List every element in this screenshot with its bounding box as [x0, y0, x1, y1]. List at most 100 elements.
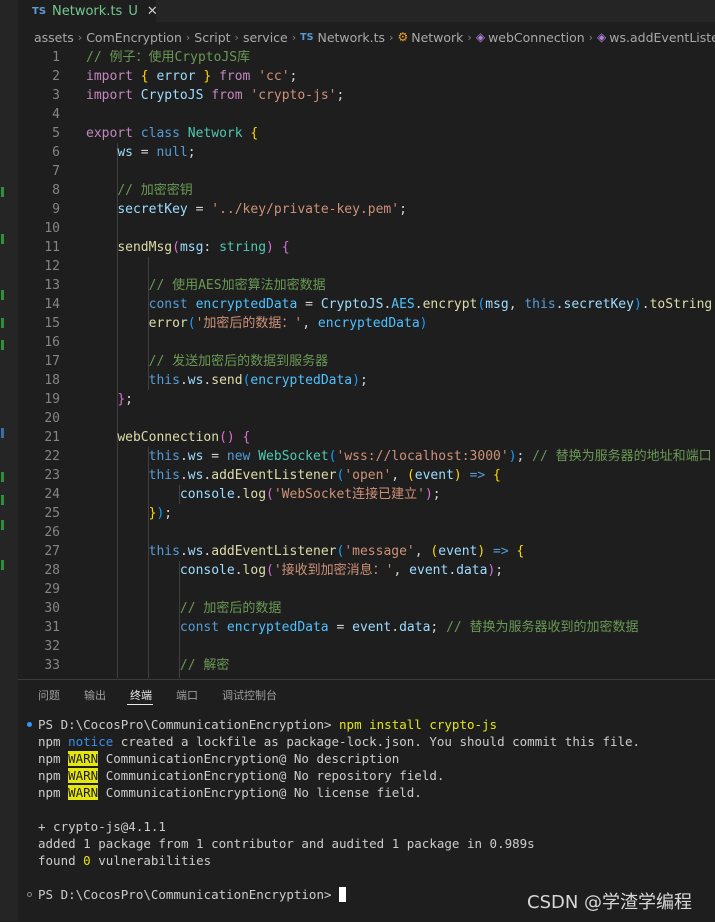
line-number: 7 [52, 164, 60, 179]
terminal-line: npm notice created a lockfile as package… [38, 734, 641, 749]
code-token: , [393, 563, 410, 578]
class-symbol-icon: ⚙ [397, 30, 409, 44]
code-line[interactable]: 32 [18, 637, 715, 656]
code-token: { [281, 240, 290, 255]
code-token: from [219, 69, 251, 84]
code-token: AES [391, 297, 415, 312]
code-token: ( [172, 240, 180, 255]
code-line[interactable]: 12 [18, 257, 715, 276]
tab-terminal[interactable]: 终端 [130, 687, 152, 703]
code-line[interactable]: 29 [18, 580, 715, 599]
tab-debug-console[interactable]: 调试控制台 [222, 687, 277, 703]
code-token: } [117, 392, 126, 407]
tab-output[interactable]: 输出 [84, 687, 106, 703]
tab-ports[interactable]: 端口 [176, 687, 198, 703]
gutter-change-marker [1, 560, 4, 570]
code-line[interactable]: 24 console.log('WebSocket连接已建立'); [18, 485, 715, 504]
code-token: ; [432, 487, 441, 502]
code-line[interactable]: 6 ws = null; [18, 143, 715, 162]
code-line[interactable]: 3 import CryptoJS from 'crypto-js'; [18, 86, 715, 105]
code-token: ( [328, 449, 337, 464]
code-line[interactable]: 14 const encryptedData = CryptoJS.AES.en… [18, 295, 715, 314]
line-number: 8 [52, 183, 60, 198]
code-token: , [302, 316, 318, 331]
code-token: . [555, 297, 564, 312]
code-line[interactable]: 30 // 加密后的数据 [18, 599, 715, 618]
code-token: console [179, 563, 235, 578]
code-line[interactable]: 16 [18, 333, 715, 352]
code-line[interactable]: 22 this.ws = new WebSocket('wss://localh… [18, 447, 715, 466]
terminal-line: found 0 vulnerabilities [38, 853, 212, 868]
code-text: // 加密后的数据 [86, 599, 281, 618]
close-icon[interactable]: ✕ [147, 4, 158, 19]
code-token: ( [406, 468, 415, 483]
terminal-prompt: PS D:\CocosPro\CommunicationEncryption> [38, 886, 347, 903]
code-token: null [156, 145, 188, 160]
code-token: // 发送加密后的数据到服务器 [148, 354, 329, 369]
breadcrumb-method[interactable]: ◈ ws.addEventListe [597, 30, 715, 45]
code-line[interactable]: 9 secretKey = '../key/private-key.pem'; [18, 200, 715, 219]
code-token: { [140, 69, 149, 84]
breadcrumb-class[interactable]: ⚙ Network › [397, 30, 475, 45]
code-line[interactable]: 19 }; [18, 390, 715, 409]
gutter-change-marker [1, 472, 4, 482]
code-line[interactable]: 15 error('加密后的数据：', encryptedData) [18, 314, 715, 333]
command-success-icon [27, 722, 32, 727]
code-line[interactable]: 1 // 例子：使用CryptoJS库 [18, 48, 715, 67]
code-text: this.ws.addEventListener('message', (eve… [86, 542, 525, 561]
code-token: // 解密 [179, 658, 230, 673]
code-text: sendMsg(msg: string) { [86, 238, 290, 257]
code-line[interactable]: 31 const encryptedData = event.data; // … [18, 618, 715, 637]
tab-network-ts[interactable]: TS Network.ts U ✕ [18, 0, 158, 22]
code-line[interactable]: 27 this.ws.addEventListener('message', (… [18, 542, 715, 561]
breadcrumb-item[interactable]: Script › [194, 30, 243, 45]
code-line[interactable]: 26 [18, 523, 715, 542]
code-text: // 使用AES加密算法加密数据 [86, 276, 326, 295]
code-line[interactable]: 10 [18, 219, 715, 238]
code-line[interactable]: 2 import { error } from 'cc'; [18, 67, 715, 86]
gutter-change-marker [1, 187, 4, 197]
code-token: error [156, 69, 196, 84]
code-token: . [234, 487, 243, 502]
code-line[interactable]: 28 console.log('接收到加密消息：', event.data); [18, 561, 715, 580]
code-editor[interactable]: 1 // 例子：使用CryptoJS库 2 import { error } from… [18, 48, 715, 678]
code-token: ; [336, 88, 345, 103]
line-number: 13 [44, 278, 60, 293]
code-line[interactable]: 8 // 加密密钥 [18, 181, 715, 200]
code-line[interactable]: 25 }); [18, 504, 715, 523]
code-line[interactable]: 11 sendMsg(msg: string) { [18, 238, 715, 257]
breadcrumb-item[interactable]: assets › [18, 30, 86, 45]
breadcrumb-file[interactable]: TS Network.ts › [300, 30, 397, 45]
breadcrumb-item[interactable]: ComEncryption › [86, 30, 194, 45]
code-line[interactable]: 7 [18, 162, 715, 181]
breadcrumb-method[interactable]: ◈ webConnection › [476, 30, 597, 45]
line-number: 28 [44, 563, 60, 578]
code-line[interactable]: 5 export class Network { [18, 124, 715, 143]
code-token: , [391, 468, 407, 483]
code-line[interactable]: 20 [18, 409, 715, 428]
code-token: 'open' [344, 468, 392, 483]
breadcrumb-item[interactable]: service › [243, 30, 300, 45]
code-token: '接收到加密消息：' [273, 563, 394, 578]
code-token: ; [187, 145, 196, 160]
code-line[interactable]: 17 // 发送加密后的数据到服务器 [18, 352, 715, 371]
code-line[interactable]: 4 [18, 105, 715, 124]
code-line[interactable]: 13 // 使用AES加密算法加密数据 [18, 276, 715, 295]
code-line[interactable]: 21 webConnection() { [18, 428, 715, 447]
code-line[interactable]: 18 this.ws.send(encryptedData); [18, 371, 715, 390]
code-token: . [414, 297, 423, 312]
line-number: 27 [44, 544, 60, 559]
gutter-change-marker [1, 340, 4, 350]
code-token: class [140, 126, 180, 141]
line-number: 4 [52, 107, 60, 122]
code-line[interactable]: 23 this.ws.addEventListener('open', (eve… [18, 466, 715, 485]
tab-problems[interactable]: 问题 [38, 687, 60, 703]
code-text: console.log('WebSocket连接已建立'); [86, 485, 441, 504]
code-text: import { error } from 'cc'; [86, 67, 297, 86]
code-line[interactable]: 33 // 解密 [18, 656, 715, 675]
